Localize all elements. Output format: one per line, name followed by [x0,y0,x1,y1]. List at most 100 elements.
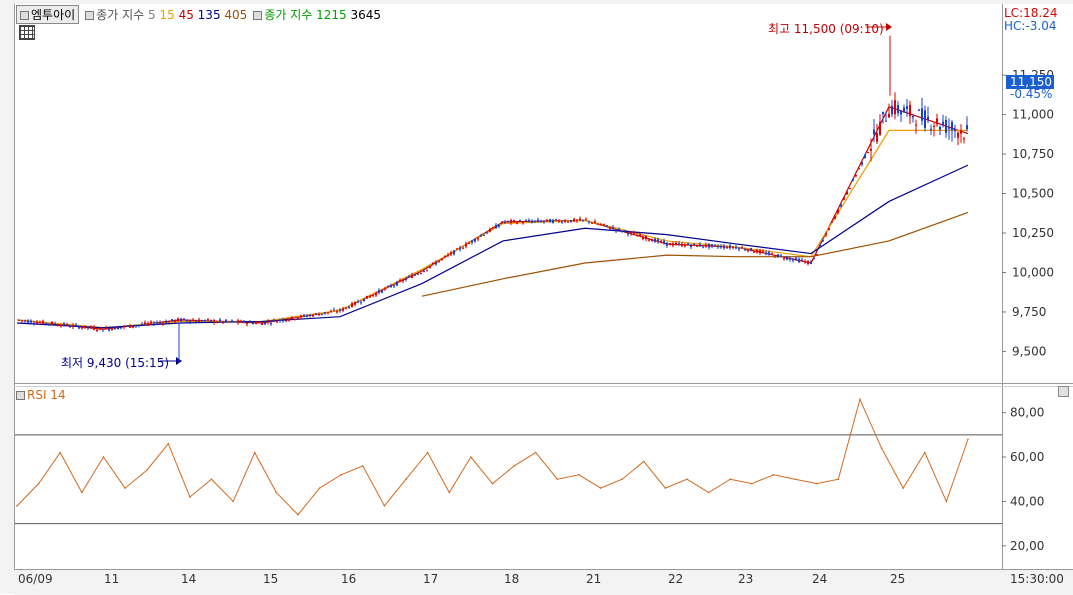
candle-body [921,108,923,121]
candle-body [630,232,632,234]
rsi-point [513,465,515,467]
candle-body [852,178,854,181]
candle-body [435,262,437,265]
candle-body [273,319,275,321]
candle-body [159,322,161,324]
candle-body [282,319,284,322]
candle-body [810,261,812,265]
candle-body [348,307,350,309]
candle-body [738,247,740,250]
grid-table-icon[interactable] [19,25,35,40]
candle-body [387,285,389,287]
candle-body [639,234,641,237]
rsi-line [16,397,969,516]
pane-maximize-icon[interactable] [1058,386,1069,397]
candle-body [627,233,629,235]
rsi-legend[interactable]: RSI 14 [16,388,66,402]
candle-body [459,247,461,250]
candle-body [102,330,104,332]
candle-body [291,316,293,319]
candle-body [603,223,605,226]
candle-body [351,303,353,308]
candle-body [162,322,164,324]
candle-body [828,228,830,231]
candle-body [651,240,653,242]
candle-body [936,118,938,125]
rsi-point [686,478,688,481]
ma-legend[interactable]: 종가 지수 5 15 45 135 405 [85,6,247,23]
candle-body [867,151,869,153]
candle-body [837,209,839,213]
candle-body [504,221,506,223]
rsi-point [751,482,753,485]
rsi-point [621,478,623,481]
candle-body [684,244,686,247]
candle-body [447,254,449,256]
rsi-tick-label: 80,00 [1010,406,1044,420]
time-tick-label: 16 [341,572,357,586]
candle-body [600,224,602,226]
candle-body [270,323,272,325]
current-time: 15:30:00 [1010,572,1064,586]
candle-body [714,244,716,246]
ma-period-45: 45 [178,7,194,22]
candle-body [357,301,359,303]
candle-body [765,252,767,255]
candle-body [297,318,299,320]
candle-body [942,121,944,125]
candle-body [93,327,95,330]
candle-body [492,227,494,229]
candle-body [267,321,269,323]
candle-body [42,320,44,324]
candle-body [747,249,749,252]
time-tick-label: 23 [738,572,754,586]
candle-body [861,161,863,165]
candle-body [414,274,416,276]
candle-body [27,320,29,323]
candle-body [567,221,569,223]
candle-body [645,235,647,239]
candle-body [954,128,956,131]
candle-body [165,321,167,324]
candle-body [756,249,758,253]
rsi-point [189,496,191,498]
low-annotation: 최저 9,430 (15:15) [61,356,170,370]
candle-body [354,301,356,305]
candle-body [576,219,578,221]
candle-body [564,220,566,222]
candle-body [555,219,557,221]
chart-window: 11,25011,00010,75010,50010,25010,0009,75… [0,0,1073,595]
stock-name-box[interactable]: 엠투아이 [16,4,80,24]
candle-body [708,244,710,248]
time-axis[interactable] [14,569,1073,595]
candle-body [660,240,662,242]
candle-body [87,327,89,329]
hc-value: HC:-3.04 [1004,19,1057,33]
candle-body [336,311,338,313]
candle-body [450,252,452,255]
candle-body [333,309,335,311]
candle-body [444,256,446,258]
candle-body [900,110,902,115]
candle-body [345,307,347,309]
candle-body [66,323,68,326]
candle-body [501,221,503,224]
candle-body [672,243,674,246]
candle-body [108,328,110,331]
ma-period-5: 5 [147,7,156,22]
candle-body [609,228,611,230]
candle-body [57,325,59,327]
candle-body [423,270,425,272]
candle-body [561,221,563,223]
candle-body [168,321,170,323]
candle-body [18,319,20,321]
candle-body [525,220,527,222]
price-tick-label: 9,750 [1012,305,1046,319]
candle-body [153,323,155,325]
candle-body [216,321,218,323]
vol-legend[interactable]: 종가 지수 1215 3645 [253,6,381,23]
candle-body [81,327,83,329]
candle-body [210,319,212,322]
candle-body [753,251,755,253]
time-tick-label: 14 [181,572,197,586]
